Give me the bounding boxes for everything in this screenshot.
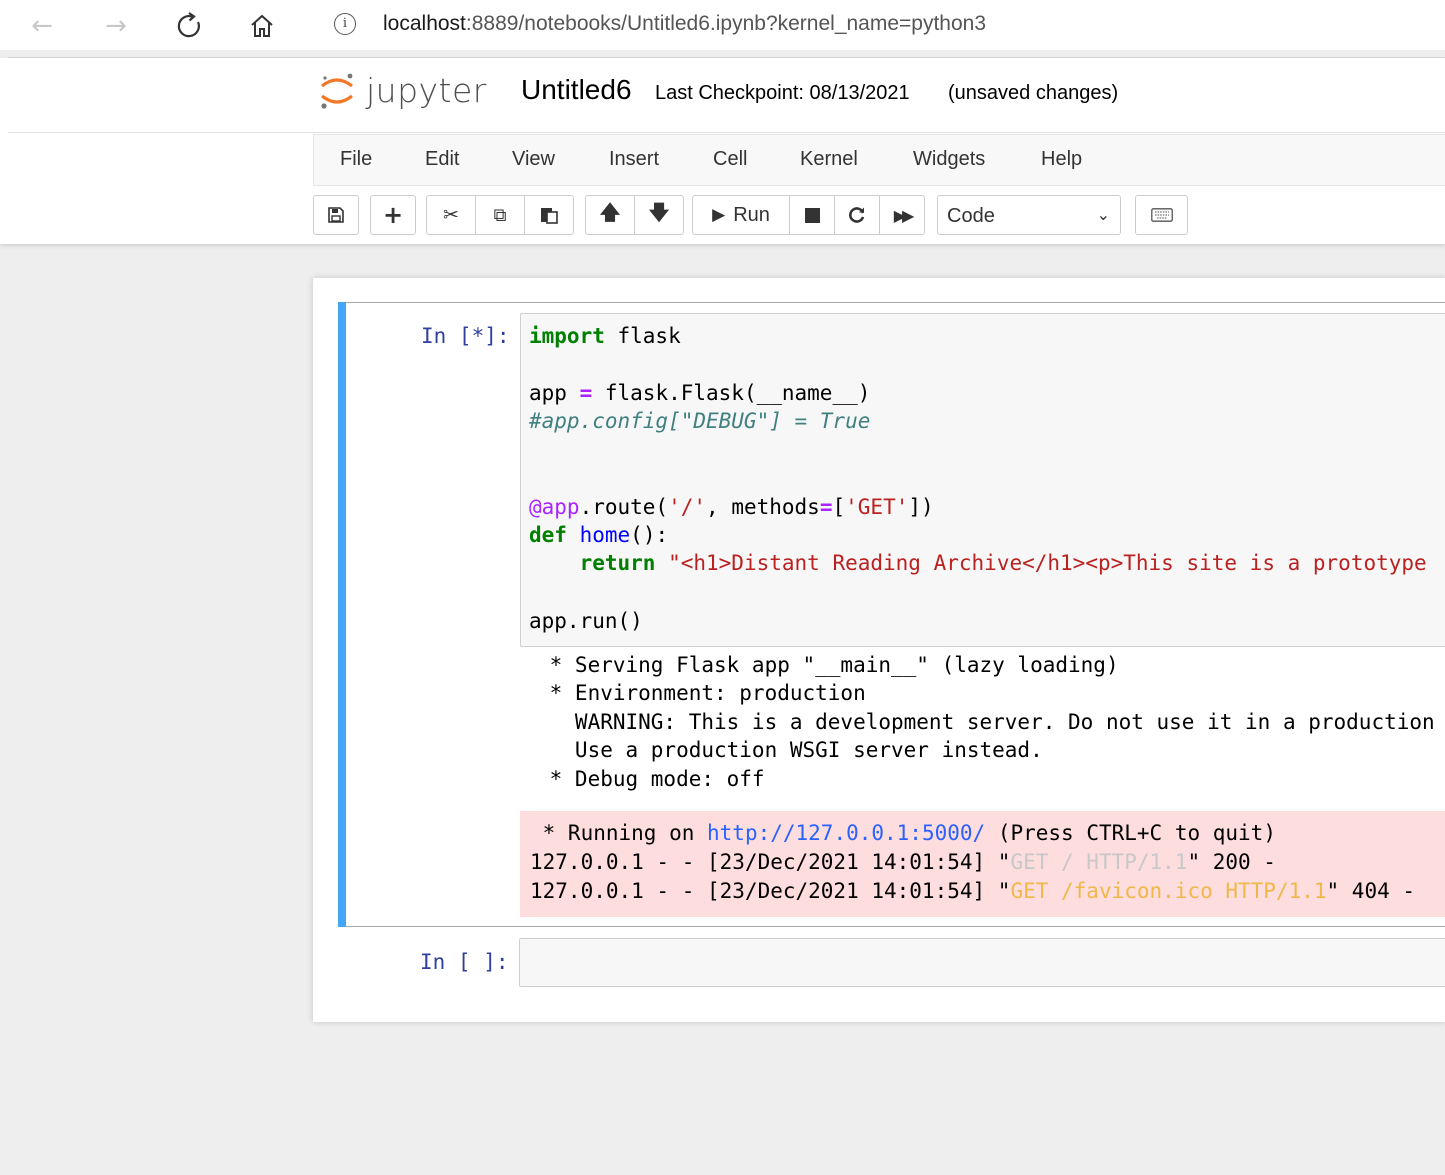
jupyter-logo-icon — [321, 73, 353, 109]
toolbar-group-save — [313, 195, 359, 235]
insert-cell-button[interactable]: + — [370, 195, 416, 235]
arrow-up-icon: 🡅 — [599, 200, 621, 224]
menu-cell[interactable]: Cell — [713, 148, 747, 171]
menu-edit[interactable]: Edit — [425, 148, 459, 171]
input-prompt: In [*]: — [421, 324, 510, 348]
logo-text: jupyter — [366, 70, 487, 110]
cell-type-value: Code — [947, 205, 995, 227]
output-line: 127.0.0.1 - - [23/Dec/2021 14:01:54] "GE… — [530, 879, 1416, 903]
stderr-output: * Running on http://127.0.0.1:5000/ (Pre… — [520, 811, 1445, 917]
code-line: @app.route('/', methods=['GET']) — [529, 495, 934, 519]
restart-icon — [849, 207, 865, 223]
jupyter-header: jupyter Untitled6 Last Checkpoint: 08/13… — [0, 58, 1445, 244]
toolbar-group-edit: ✂ ⧉ — [426, 195, 574, 235]
output-line: 127.0.0.1 - - [23/Dec/2021 14:01:54] "GE… — [530, 850, 1276, 874]
keyboard-icon — [1150, 208, 1173, 222]
menu-bar: File Edit View Insert Cell Kernel Widget… — [313, 134, 1445, 186]
toolbar-group-move: 🡅 🡇 — [585, 195, 684, 235]
code-line: app = flask.Flask(__name__) — [529, 381, 871, 405]
arrow-down-icon: 🡇 — [648, 200, 670, 224]
copy-icon: ⧉ — [493, 204, 507, 226]
code-cell-selected[interactable]: In [*]: import flask app = flask.Flask(_… — [338, 302, 1445, 927]
code-line: import flask — [529, 324, 681, 348]
play-icon: ▶ — [712, 205, 726, 225]
save-button[interactable] — [313, 195, 359, 235]
plus-icon: + — [382, 201, 404, 229]
output-line: WARNING: This is a development server. D… — [537, 709, 1435, 734]
menu-kernel[interactable]: Kernel — [800, 148, 858, 171]
reload-icon[interactable] — [172, 8, 208, 44]
menu-file[interactable]: File — [340, 148, 372, 171]
address-bar[interactable]: localhost:8889/notebooks/Untitled6.ipynb… — [383, 12, 986, 36]
cut-button[interactable]: ✂ — [426, 195, 476, 235]
output-line: * Serving Flask app "__main__" (lazy loa… — [537, 653, 1119, 677]
save-status: (unsaved changes) — [948, 82, 1119, 104]
restart-button[interactable] — [834, 195, 880, 235]
toolbar-group-keyboard — [1135, 195, 1188, 235]
output-line: * Running on http://127.0.0.1:5000/ (Pre… — [530, 821, 1276, 845]
paste-icon — [541, 208, 558, 224]
fast-forward-icon: ▶▶ — [893, 205, 915, 225]
browser-toolbar: ← → i localhost:8889/notebooks/Untitled6… — [0, 0, 1445, 58]
server-url-link[interactable]: http://127.0.0.1:5000/ — [707, 821, 985, 845]
restart-run-all-button[interactable]: ▶▶ — [879, 195, 925, 235]
run-label: Run — [733, 203, 770, 226]
home-icon[interactable] — [244, 8, 280, 44]
checkpoint-status: Last Checkpoint: 08/13/2021 — [655, 82, 910, 104]
forward-arrow-icon[interactable]: → — [98, 8, 134, 44]
notebook-title[interactable]: Untitled6 — [521, 74, 632, 106]
menu-view[interactable]: View — [512, 148, 555, 171]
divider — [8, 132, 1445, 133]
empty-code-cell[interactable] — [519, 938, 1445, 987]
copy-button[interactable]: ⧉ — [475, 195, 525, 235]
cell-type-select[interactable]: Code ⌄ — [937, 195, 1121, 235]
menu-help[interactable]: Help — [1041, 148, 1082, 171]
scissors-icon: ✂ — [443, 204, 459, 226]
output-line: Use a production WSGI server instead. — [537, 738, 1043, 763]
notebook-container: In [*]: import flask app = flask.Flask(_… — [313, 278, 1445, 1022]
interrupt-button[interactable] — [789, 195, 835, 235]
paste-button[interactable] — [524, 195, 574, 235]
input-prompt: In [ ]: — [420, 950, 509, 974]
code-editor[interactable]: import flask app = flask.Flask(__name__)… — [520, 313, 1445, 647]
floppy-icon — [328, 207, 344, 223]
jupyter-logo[interactable]: jupyter — [318, 68, 487, 112]
chevron-down-icon: ⌄ — [1096, 207, 1110, 224]
output-line: * Debug mode: off — [537, 766, 765, 791]
url-path: :8889/notebooks/Untitled6.ipynb?kernel_n… — [465, 12, 987, 35]
command-palette-button[interactable] — [1135, 195, 1188, 235]
menu-insert[interactable]: Insert — [609, 148, 659, 171]
url-host: localhost — [383, 12, 466, 35]
run-button[interactable]: ▶ Run — [692, 195, 790, 235]
code-line: return "<h1>Distant Reading Archive</h1>… — [579, 551, 1427, 575]
move-down-button[interactable]: 🡇 — [634, 195, 684, 235]
code-line: app.run() — [529, 609, 643, 633]
code-line: def home(): — [529, 523, 669, 547]
stop-icon — [804, 207, 820, 223]
info-icon[interactable]: i — [334, 13, 356, 35]
code-line: #app.config["DEBUG"] = True — [529, 409, 871, 433]
output-line: * Environment: production — [537, 681, 866, 706]
menu-widgets[interactable]: Widgets — [913, 148, 985, 171]
move-up-button[interactable]: 🡅 — [585, 195, 635, 235]
toolbar-group-run: ▶ Run ▶▶ — [692, 195, 925, 235]
back-arrow-icon[interactable]: ← — [24, 8, 60, 44]
toolbar-group-insert: + — [370, 195, 416, 235]
cell-selection-bar — [338, 302, 346, 927]
stdout-output: * Serving Flask app "__main__" (lazy loa… — [537, 651, 1435, 793]
